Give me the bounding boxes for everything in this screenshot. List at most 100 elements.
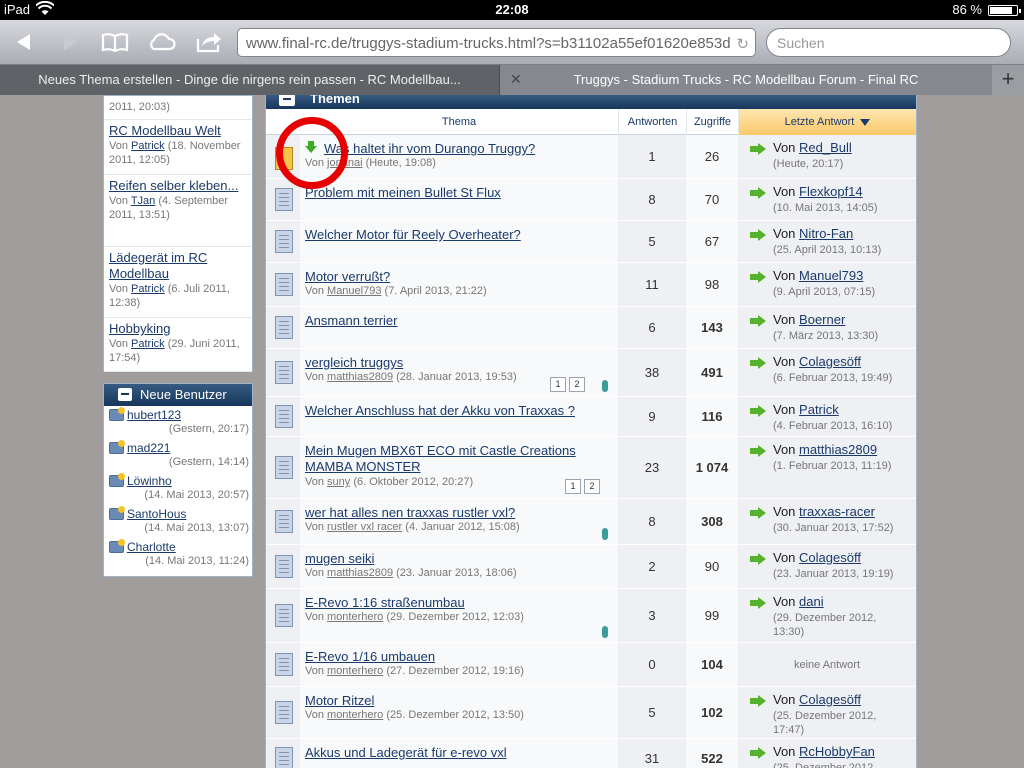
search-input[interactable]: Suchen bbox=[766, 28, 1011, 57]
last-user-link[interactable]: Patrick bbox=[799, 402, 839, 417]
thread-title-link[interactable]: E-Revo 1/16 umbauen bbox=[305, 649, 595, 665]
forward-icon[interactable] bbox=[58, 30, 82, 54]
last-user-link[interactable]: Red_Bull bbox=[799, 140, 852, 155]
column-letzte-antwort[interactable]: Letzte Antwort bbox=[738, 109, 916, 135]
last-reply-user: Von matthias2809 bbox=[773, 442, 877, 457]
go-to-last-post-icon[interactable] bbox=[750, 405, 768, 417]
icloud-tabs-icon[interactable] bbox=[146, 30, 178, 54]
user-link[interactable]: Patrick bbox=[131, 338, 165, 350]
go-to-last-post-icon[interactable] bbox=[750, 187, 768, 199]
page-link[interactable]: 1 bbox=[565, 479, 581, 494]
page-link[interactable]: 2 bbox=[569, 377, 585, 392]
collapse-icon[interactable] bbox=[279, 95, 295, 106]
last-user-link[interactable]: Nitro-Fan bbox=[799, 226, 853, 241]
page-link[interactable]: 2 bbox=[584, 479, 600, 494]
thread-title-link[interactable]: Mein Mugen MBX6T ECO mit Castle Creation… bbox=[305, 443, 595, 475]
sidebar-thread-link[interactable]: RC Modellbau Welt bbox=[109, 123, 247, 139]
thread-title-link[interactable]: E-Revo 1:16 straßenumbau bbox=[305, 595, 595, 611]
go-to-last-post-icon[interactable] bbox=[750, 229, 768, 241]
go-to-last-post-icon[interactable] bbox=[750, 747, 768, 759]
author-link[interactable]: monterhero bbox=[327, 665, 383, 677]
thread-title-link[interactable]: Problem mit meinen Bullet St Flux bbox=[305, 185, 595, 201]
go-to-last-post-icon[interactable] bbox=[750, 357, 768, 369]
last-user-link[interactable]: RcHobbyFan bbox=[799, 744, 875, 759]
collapse-icon[interactable] bbox=[118, 388, 132, 401]
views-cell: 116 bbox=[686, 397, 738, 436]
last-user-link[interactable]: Boerner bbox=[799, 312, 845, 327]
column-zugriffe[interactable]: Zugriffe bbox=[686, 109, 738, 135]
user-link[interactable]: mad221 bbox=[127, 441, 170, 455]
close-tab-icon[interactable]: ✕ bbox=[510, 71, 522, 88]
address-bar[interactable]: www.final-rc.de/truggys-stadium-trucks.h… bbox=[237, 28, 756, 57]
new-user-row: Löwinho (14. Mai 2013, 20:57) bbox=[104, 472, 252, 505]
last-user-link[interactable]: Colagesöff bbox=[799, 354, 861, 369]
views-cell: 67 bbox=[686, 221, 738, 262]
reload-icon[interactable]: ↻ bbox=[736, 35, 749, 53]
by-label: Von bbox=[773, 744, 796, 759]
user-link[interactable]: Patrick bbox=[131, 283, 165, 295]
new-tab-button[interactable]: + bbox=[992, 65, 1024, 95]
user-link[interactable]: TJan bbox=[131, 195, 155, 207]
thread-title-link[interactable]: Welcher Motor für Reely Overheater? bbox=[305, 227, 595, 243]
author-link[interactable]: Manuel793 bbox=[327, 285, 381, 297]
go-to-last-post-icon[interactable] bbox=[750, 695, 768, 707]
thread-title-link[interactable]: Welcher Anschluss hat der Akku von Traxx… bbox=[305, 403, 595, 419]
sidebar-thread-link[interactable]: Reifen selber kleben... bbox=[109, 178, 247, 194]
thread-doc-icon bbox=[275, 315, 293, 339]
sidebar-thread-link[interactable]: Lädegerät im RC Modellbau bbox=[109, 250, 247, 282]
thread-meta: Von monterhero (25. Dezember 2012, 13:50… bbox=[305, 709, 524, 721]
new-users-header[interactable]: Neue Benutzer bbox=[104, 384, 252, 406]
author-link[interactable]: monterhero bbox=[327, 611, 383, 623]
go-to-last-post-icon[interactable] bbox=[750, 507, 768, 519]
go-to-last-post-icon[interactable] bbox=[750, 315, 768, 327]
last-reply-date: (25. Dezember 2012, bbox=[773, 762, 877, 768]
thread-title-link[interactable]: wer hat alles nen traxxas rustler vxl? bbox=[305, 505, 595, 521]
thread-row: E-Revo 1/16 umbauen Von monterhero (27. D… bbox=[266, 643, 916, 687]
author-link[interactable]: matthias2809 bbox=[327, 371, 393, 383]
answers-count: 11 bbox=[645, 276, 659, 292]
last-reply-date: (4. Februar 2013, 16:10) bbox=[773, 420, 893, 432]
last-user-link[interactable]: Colagesöff bbox=[799, 550, 861, 565]
back-icon[interactable] bbox=[12, 30, 36, 54]
last-user-link[interactable]: Manuel793 bbox=[799, 268, 863, 283]
user-link[interactable]: SantoHous bbox=[127, 507, 186, 521]
bookmarks-icon[interactable] bbox=[100, 30, 130, 54]
author-link[interactable]: matthias2809 bbox=[327, 567, 393, 579]
go-to-last-post-icon[interactable] bbox=[750, 271, 768, 283]
last-user-link[interactable]: Colagesöff bbox=[799, 692, 861, 707]
author-link[interactable]: rustler vxl racer bbox=[327, 521, 402, 533]
tab-truggys[interactable]: ✕ Truggys - Stadium Trucks - RC Modellba… bbox=[500, 65, 992, 95]
last-user-link[interactable]: dani bbox=[799, 594, 824, 609]
thread-title-link[interactable]: mugen seiki bbox=[305, 551, 595, 567]
tab-neues-thema[interactable]: Neues Thema erstellen - Dinge die nirgen… bbox=[0, 65, 500, 95]
column-antworten[interactable]: Antworten bbox=[618, 109, 686, 135]
go-to-last-post-icon[interactable] bbox=[750, 143, 768, 155]
last-reply-date: (30. Januar 2013, 17:52) bbox=[773, 522, 894, 534]
user-link[interactable]: Löwinho bbox=[127, 474, 172, 488]
user-link[interactable]: hubert123 bbox=[127, 408, 181, 422]
column-thema[interactable]: Thema bbox=[300, 109, 618, 135]
user-link[interactable]: Charlotte bbox=[127, 540, 176, 554]
author-link[interactable]: suny bbox=[327, 476, 350, 488]
thread-title-link[interactable]: Motor Ritzel bbox=[305, 693, 595, 709]
thread-title-link[interactable]: vergleich truggys bbox=[305, 355, 595, 371]
author-link[interactable]: monterhero bbox=[327, 709, 383, 721]
user-link[interactable]: Patrick bbox=[131, 140, 165, 152]
thread-title-link[interactable]: Motor verrußt? bbox=[305, 269, 595, 285]
share-icon[interactable] bbox=[194, 30, 224, 54]
views-cell: 104 bbox=[686, 643, 738, 686]
thread-title-link[interactable]: Was haltet ihr vom Durango Truggy? bbox=[324, 141, 614, 157]
go-to-last-post-icon[interactable] bbox=[750, 445, 768, 457]
last-user-link[interactable]: traxxas-racer bbox=[799, 504, 875, 519]
last-user-link[interactable]: matthias2809 bbox=[799, 442, 877, 457]
page-link[interactable]: 1 bbox=[550, 377, 566, 392]
new-user-row: SantoHous (14. Mai 2013, 13:07) bbox=[104, 505, 252, 538]
sidebar-thread-link[interactable]: Hobbyking bbox=[109, 321, 247, 337]
by-label: Von bbox=[305, 371, 324, 383]
last-user-link[interactable]: Flexkopf14 bbox=[799, 184, 863, 199]
thread-title-link[interactable]: Ansmann terrier bbox=[305, 313, 595, 329]
thread-title-link[interactable]: Akkus und Ladegerät für e-revo vxl bbox=[305, 745, 595, 761]
go-to-last-post-icon[interactable] bbox=[750, 553, 768, 565]
thread-status-cell bbox=[266, 307, 300, 348]
go-to-last-post-icon[interactable] bbox=[750, 597, 768, 609]
